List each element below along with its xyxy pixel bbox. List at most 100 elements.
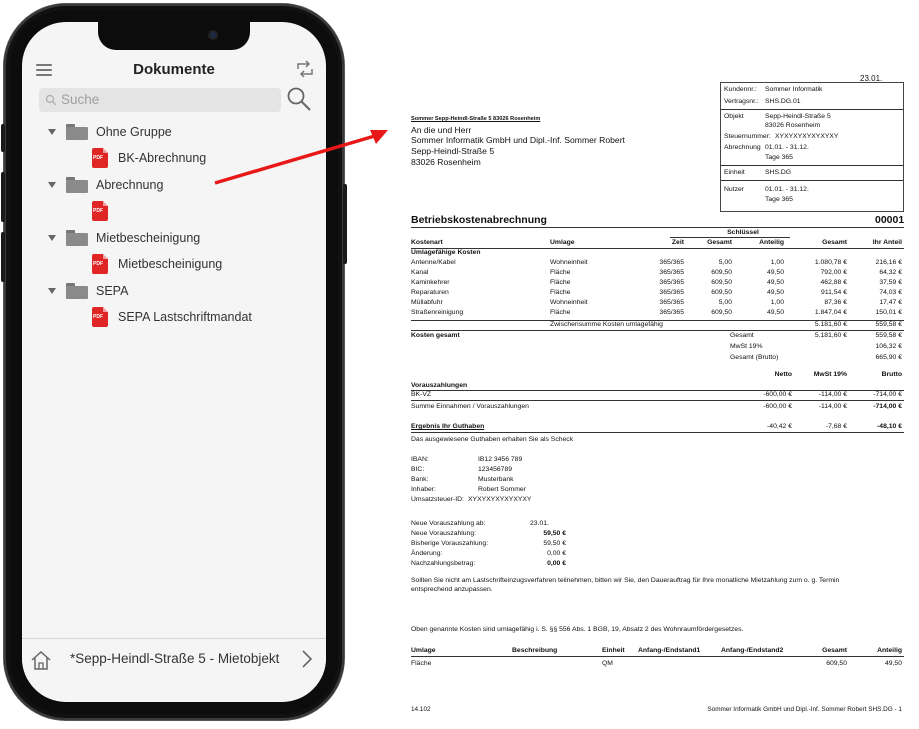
unit-header: Gesamt (822, 647, 847, 654)
cost-cell: Straßenreinigung (411, 309, 464, 316)
new-vz-value: 0,00 € (547, 550, 566, 557)
vz-sum-mwst: -114,00 € (818, 403, 847, 410)
info-label: Einheit (724, 169, 745, 176)
col-header: Ihr Anteil (872, 239, 902, 246)
cost-cell: 609,50 (711, 269, 732, 276)
key-header: Schlüssel (727, 229, 759, 236)
cost-cell: 1,00 (770, 259, 784, 266)
unit-header: Beschreibung (512, 647, 558, 654)
cost-cell: 87,36 € (824, 299, 847, 306)
lastschrift-note: Sollten Sie nicht am Lastschrifteinzugsv… (411, 577, 840, 584)
cost-cell: 49,50 (766, 289, 784, 296)
lastschrift-note: entsprechend anzupassen. (411, 586, 493, 593)
col-header: Kostenart (411, 239, 443, 246)
total-line-anteil: 106,32 € (875, 343, 902, 350)
cost-cell: 17,47 € (879, 299, 902, 306)
bank-label: Inhaber: (411, 486, 436, 493)
unit-header: Anteilig (877, 647, 902, 654)
address-line: An die und Herr (411, 125, 472, 135)
unit-cell: 49,50 (884, 660, 902, 667)
cost-cell: 365/365 (659, 299, 684, 306)
bank-label: Umsatzsteuer-ID: (411, 496, 464, 503)
result-brutto: -48,10 € (877, 423, 902, 430)
unit-header: Anfang-/Endstand1 (638, 647, 701, 654)
result-netto: -40,42 € (767, 423, 792, 430)
cost-cell: 49,50 (766, 279, 784, 286)
total-label: Kosten gesamt (411, 332, 460, 339)
info-value: Tage 365 (765, 154, 793, 161)
bank-value: 123456789 (478, 466, 513, 473)
cost-cell: 365/365 (659, 269, 684, 276)
cost-cell: Fläche (550, 289, 571, 296)
bank-value: Robert Sommer (478, 486, 526, 493)
unit-header: Anfang-/Endstand2 (721, 647, 784, 654)
unit-cell: 609,50 (826, 660, 847, 667)
cost-cell: Fläche (550, 269, 571, 276)
sender-line: Sommer Sepp-Heindl-Straße 5 83026 Rosenh… (411, 116, 541, 122)
cost-cell: 37,59 € (879, 279, 902, 286)
info-value: Sommer Informatik (765, 86, 823, 93)
vz-header: Brutto (881, 371, 902, 378)
unit-header: Umlage (411, 647, 436, 654)
cost-cell: 74,03 € (879, 289, 902, 296)
subtotal-gesamt: 5.181,60 € (814, 321, 847, 328)
bank-value: XYXYXYXYXYXYXY (468, 496, 532, 503)
cost-cell: Wohneinheit (550, 299, 588, 306)
bank-label: IBAN: (411, 456, 429, 463)
cost-cell: 1,00 (770, 299, 784, 306)
vz-row-mwst: -114,00 € (818, 391, 847, 398)
bank-label: Bank: (411, 476, 429, 483)
new-vz-label: Bisherige Vorauszahlung: (411, 540, 489, 547)
bank-value: Musterbank (478, 476, 514, 483)
cost-cell: Kanal (411, 269, 429, 276)
result-label: Ergebnis Ihr Guthaben (411, 423, 485, 430)
cost-cell: 609,50 (711, 309, 732, 316)
legal-note: Oben genannte Kosten sind umlagefähig i.… (411, 626, 744, 633)
col-header: Zeit (671, 239, 684, 246)
new-vz-value: 59,50 € (543, 530, 566, 537)
vz-header: MwSt 19% (813, 371, 847, 378)
cost-cell: Reparaturen (411, 289, 449, 296)
cost-cell: Antenne/Kabel (411, 259, 456, 266)
document-preview: 23.01. Kundennr.: Sommer Informatik Vert… (400, 70, 915, 720)
info-label: Kundennr.: (724, 86, 757, 93)
vz-row-netto: -600,00 € (763, 391, 792, 398)
cost-cell: 609,50 (711, 289, 732, 296)
cost-cell: 365/365 (659, 279, 684, 286)
guthaben-note: Das ausgewiesene Guthaben erhalten Sie a… (411, 436, 574, 443)
col-header: Anteilig (759, 239, 784, 246)
cost-cell: 64,32 € (879, 269, 902, 276)
total-line-gesamt: 5.181,60 € (814, 332, 847, 339)
info-value: SHS.DG.01 (765, 98, 801, 105)
unit-header: Einheit (602, 647, 625, 654)
info-label: Vertragsnr.: (724, 98, 759, 105)
total-line-anteil: 665,90 € (875, 354, 902, 361)
total-line-label: Gesamt (730, 332, 754, 339)
info-value: Tage 365 (765, 196, 793, 203)
cost-cell: 365/365 (659, 309, 684, 316)
address-line: Sommer Informatik GmbH und Dipl.-Inf. So… (411, 135, 625, 145)
cost-cell: Kaminkehrer (411, 279, 450, 286)
info-label: Objekt (724, 113, 744, 120)
subtotal-anteil: 559,58 € (875, 321, 902, 328)
info-value: 01.01. - 31.12. (765, 144, 809, 151)
cost-cell: 5,00 (718, 259, 732, 266)
vz-title: Vorauszahlungen (411, 382, 468, 389)
footer-right: Sommer Informatik GmbH und Dipl.-Inf. So… (707, 706, 902, 713)
new-vz-value: 0,00 € (547, 560, 566, 567)
document-number: 00001 (875, 214, 905, 226)
new-vz-label: Neue Vorauszahlung ab: (411, 520, 486, 527)
new-vz-value: 23.01. (530, 520, 549, 527)
info-value: XYXYXYXYXYXYXY (775, 133, 839, 140)
vz-sum-netto: -600,00 € (763, 403, 792, 410)
info-value: 83026 Rosenheim (765, 122, 821, 129)
cost-cell: 49,50 (766, 269, 784, 276)
col-header: Gesamt (822, 239, 847, 246)
new-vz-label: Nachzahlungsbetrag: (411, 560, 476, 567)
vz-sum-brutto: -714,00 € (873, 403, 902, 410)
address-line: Sepp-Heindl-Straße 5 (411, 146, 495, 156)
new-vz-label: Neue Vorauszahlung: (411, 530, 476, 537)
cost-cell: Fläche (550, 279, 571, 286)
total-line-label: Gesamt (Brutto) (730, 354, 779, 361)
total-line-label: MwSt 19% (730, 343, 763, 350)
